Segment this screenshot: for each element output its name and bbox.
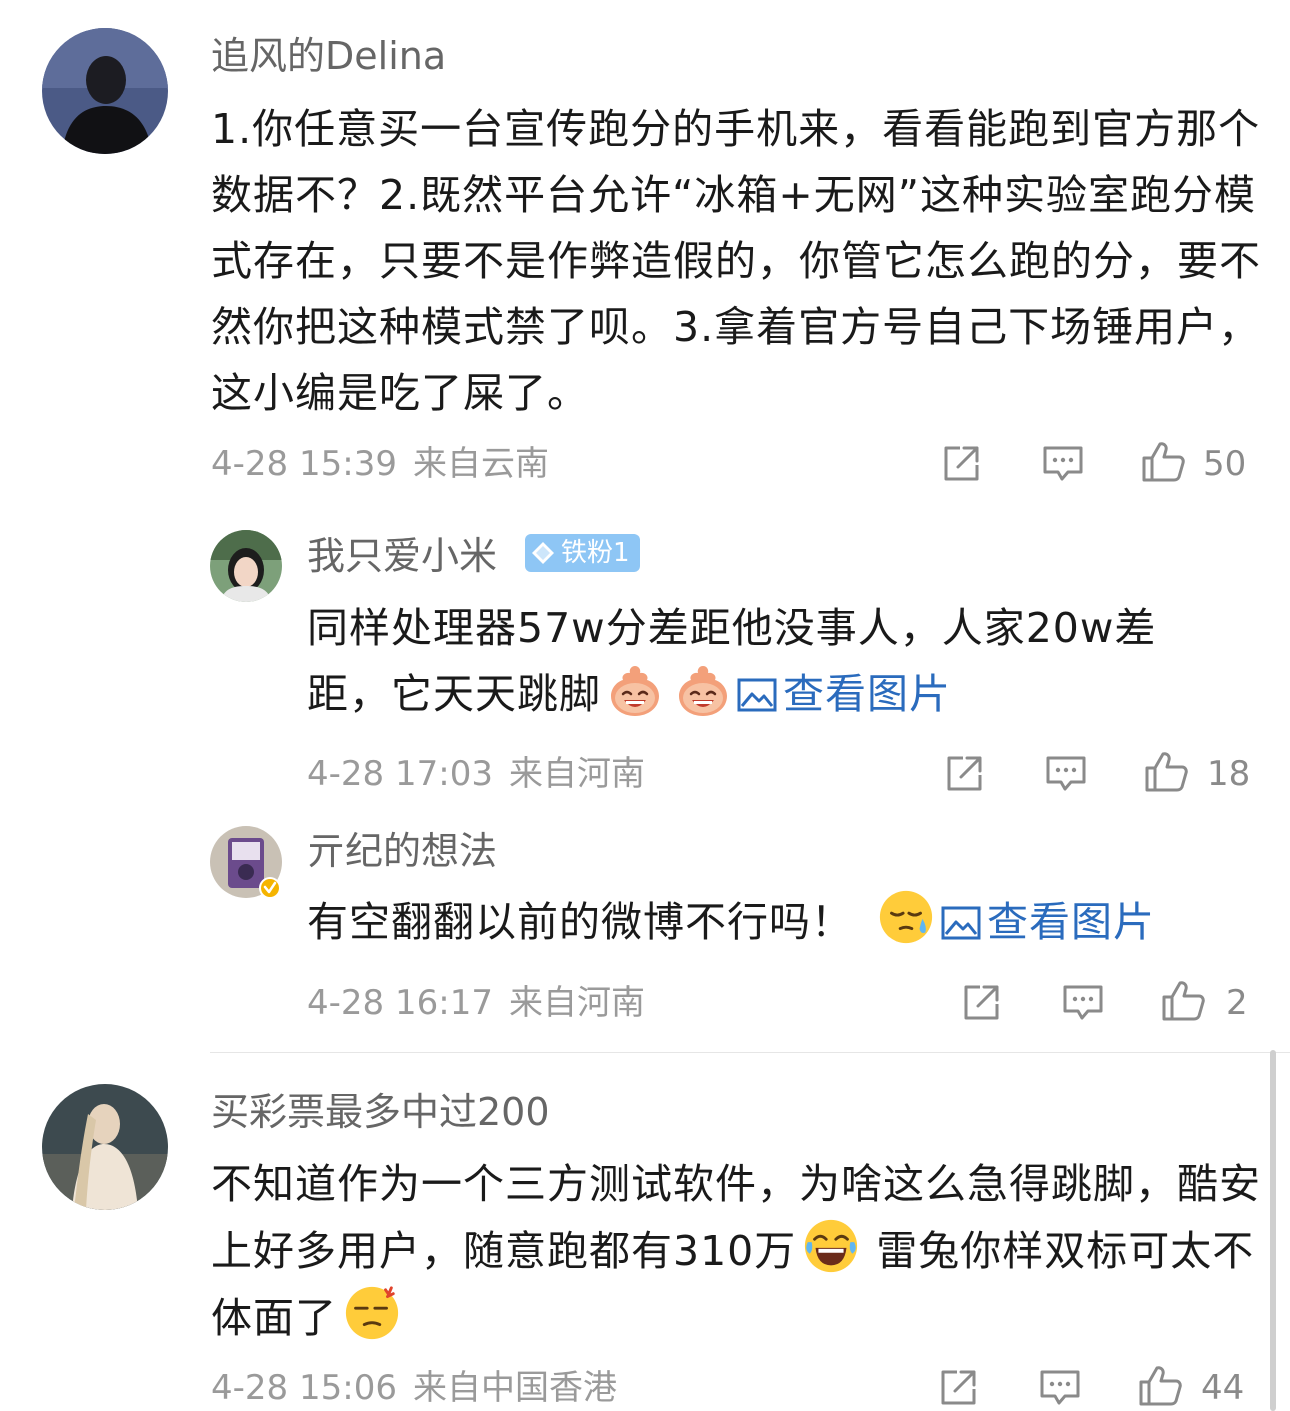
comment-username[interactable]: 亓纪的想法 [307, 832, 497, 870]
view-image-link[interactable]: 查看图片 [941, 898, 1155, 946]
share-icon[interactable] [935, 1365, 981, 1411]
comment-username[interactable]: 我只爱小米 [307, 537, 497, 575]
comment-location: 来自河南 [508, 983, 645, 1023]
comment-location: 来自中国香港 [412, 1368, 617, 1408]
sleepy-emoji-icon [877, 888, 935, 946]
thumbs-up-icon[interactable] [1137, 1363, 1183, 1409]
avatar[interactable] [42, 1084, 168, 1210]
fan-badge: 铁粉1 [525, 534, 640, 572]
share-icon[interactable] [938, 441, 984, 487]
share-icon[interactable] [941, 751, 987, 797]
comment-text: 同样处理器57w分差距他没事人，人家20w差距，它天天跳脚 查看图片 [307, 595, 1237, 727]
comment-location: 来自河南 [508, 754, 645, 794]
like-count: 18 [1207, 754, 1251, 794]
comment-icon[interactable] [1043, 751, 1089, 797]
comment-text: 有空翻翻以前的微博不行吗！ 查看图片 [307, 888, 1267, 955]
comment-icon[interactable] [1040, 441, 1086, 487]
thumbs-up-icon[interactable] [1160, 978, 1206, 1024]
comment-time: 4-28 15:39 [211, 444, 397, 484]
comment-body: 有空翻翻以前的微博不行吗！ [307, 898, 853, 946]
avatar[interactable] [42, 28, 168, 154]
like-count: 44 [1201, 1368, 1245, 1408]
share-icon[interactable] [958, 980, 1004, 1026]
comment-icon[interactable] [1037, 1365, 1083, 1411]
view-image-label: 查看图片 [783, 670, 951, 718]
view-image-link[interactable]: 查看图片 [737, 670, 951, 718]
verified-icon [259, 877, 281, 899]
comment-divider [210, 1052, 1290, 1053]
badge-label: 铁粉1 [561, 538, 630, 568]
comment-text: 1.你任意买一台宣传跑分的手机来，看看能跑到官方那个数据不？2.既然平台允许“冰… [211, 105, 1261, 417]
comment-username[interactable]: 追风的Delina [211, 37, 446, 75]
thumbs-up-icon[interactable] [1143, 749, 1189, 795]
comment-username[interactable]: 买彩票最多中过200 [211, 1093, 550, 1131]
image-icon [941, 906, 981, 940]
annoyed-emoji-icon [343, 1284, 401, 1342]
comment-icon[interactable] [1060, 980, 1106, 1026]
avatar[interactable] [210, 530, 282, 602]
view-image-label: 查看图片 [987, 898, 1155, 946]
grinning-baby-emoji-icon [607, 662, 663, 718]
image-icon [737, 678, 777, 712]
comment-meta: 4-28 15:39 来自云南 [211, 447, 549, 481]
comment-time: 4-28 15:06 [211, 1368, 397, 1408]
laughing-emoji-icon [802, 1217, 860, 1275]
scrollbar[interactable] [1270, 1050, 1276, 1411]
comment-time: 4-28 17:03 [307, 754, 493, 794]
like-count: 2 [1226, 983, 1248, 1023]
like-count: 50 [1203, 444, 1247, 484]
comment-body: 同样处理器57w分差距他没事人，人家20w差距，它天天跳脚 [307, 604, 1157, 718]
comment-meta: 4-28 16:17 来自河南 [307, 986, 645, 1020]
comment-meta: 4-28 17:03 来自河南 [307, 757, 645, 791]
comment-meta: 4-28 15:06 来自中国香港 [211, 1371, 617, 1405]
diamond-icon [532, 542, 554, 564]
grinning-baby-emoji-icon [675, 662, 731, 718]
comment-time: 4-28 16:17 [307, 983, 493, 1023]
comment-text: 不知道作为一个三方测试软件，为啥这么急得跳脚，酷安上好多用户，随意跑都有310万… [211, 1151, 1261, 1351]
thumbs-up-icon[interactable] [1140, 439, 1186, 485]
comment-location: 来自云南 [412, 444, 549, 484]
